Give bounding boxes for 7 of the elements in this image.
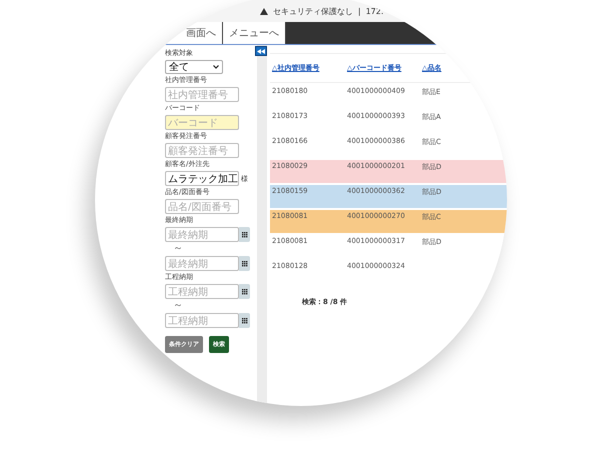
- security-text: セキュリティ保護なし: [273, 6, 353, 16]
- input-field[interactable]: ムラテック加工: [165, 171, 239, 186]
- separator-text: |: [358, 6, 361, 16]
- search-target-select[interactable]: 全て: [165, 60, 223, 74]
- range-separator: ～: [173, 301, 184, 311]
- nav-tab[interactable]: 画面へ: [180, 22, 223, 44]
- range-separator: ～: [173, 244, 184, 254]
